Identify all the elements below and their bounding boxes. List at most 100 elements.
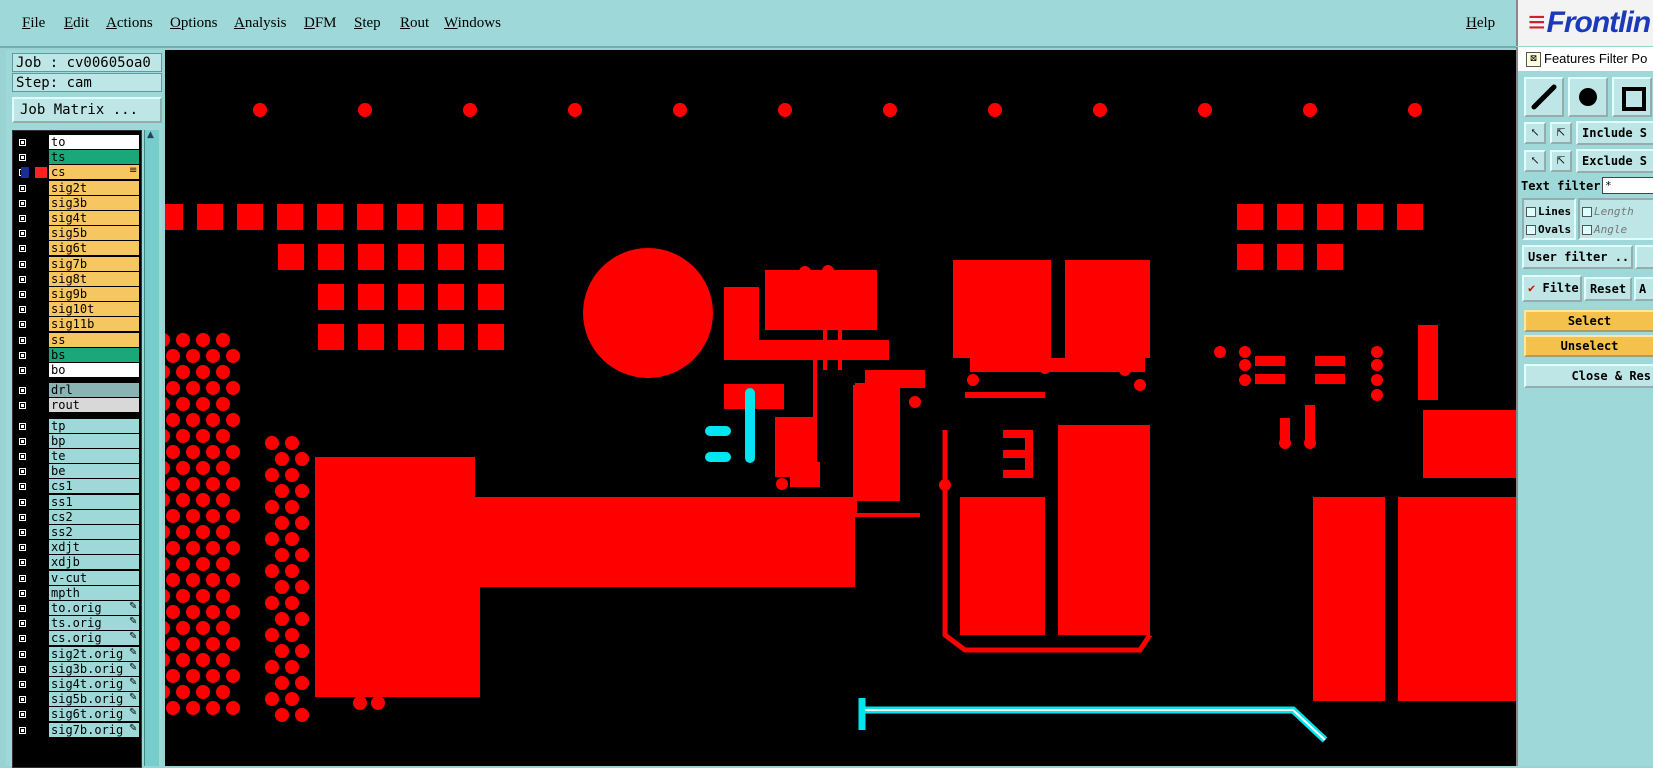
menu-analysis[interactable]: Analysis bbox=[234, 15, 287, 32]
job-matrix-button[interactable]: Job Matrix ... bbox=[12, 97, 162, 123]
layer-row-sig7b[interactable]: sig7b bbox=[13, 256, 141, 272]
layer-row-te[interactable]: te bbox=[13, 449, 141, 464]
layer-row-sig2t[interactable]: sig2t bbox=[13, 180, 141, 196]
layer-row-sig9b[interactable]: sig9b bbox=[13, 287, 141, 302]
layer-row-sig8t[interactable]: sig8t bbox=[13, 271, 141, 287]
menu-options[interactable]: Options bbox=[170, 15, 218, 32]
menu-rout[interactable]: Rout bbox=[400, 15, 429, 32]
layer-row-to[interactable]: to bbox=[13, 135, 141, 150]
layer-row-cs2[interactable]: cs2 bbox=[13, 509, 141, 525]
layer-row-sig7b-orig[interactable]: sig7b.orig ✎ bbox=[13, 722, 141, 738]
layer-checkbox[interactable] bbox=[18, 366, 27, 375]
length-checkbox[interactable]: Length bbox=[1582, 203, 1651, 221]
layer-checkbox[interactable] bbox=[18, 259, 27, 269]
layer-row-ts[interactable]: ts bbox=[13, 150, 141, 165]
angle-checkbox[interactable]: Angle bbox=[1582, 221, 1651, 238]
layer-checkbox[interactable] bbox=[18, 482, 27, 492]
layer-row-mpth[interactable]: mpth bbox=[13, 585, 141, 601]
menu-windows[interactable]: Windows bbox=[444, 15, 501, 32]
layer-checkbox[interactable] bbox=[18, 452, 27, 461]
layer-checkbox[interactable] bbox=[18, 229, 27, 239]
menu-file[interactable]: File bbox=[22, 15, 45, 32]
layer-checkbox[interactable] bbox=[18, 695, 27, 705]
layer-row-xdjb[interactable]: xdjb bbox=[13, 555, 141, 570]
layer-checkbox[interactable] bbox=[18, 305, 27, 315]
layer-row-to-orig[interactable]: to.orig ✎ bbox=[13, 601, 141, 616]
menu-help[interactable]: Help bbox=[1466, 15, 1495, 32]
layer-checkbox[interactable] bbox=[18, 138, 27, 147]
layer-row-sig5b-orig[interactable]: sig5b.orig ✎ bbox=[13, 692, 141, 707]
layer-checkbox[interactable] bbox=[18, 573, 27, 583]
layer-checkbox[interactable] bbox=[18, 619, 27, 629]
menu-actions[interactable]: Actions bbox=[106, 15, 153, 32]
layer-row-xdjt[interactable]: xdjt bbox=[13, 540, 141, 555]
layer-row-sig4t[interactable]: sig4t bbox=[13, 211, 141, 226]
layer-row-sig6t-orig[interactable]: sig6t.orig ✎ bbox=[13, 707, 141, 722]
layer-checkbox[interactable] bbox=[18, 528, 27, 537]
layer-checkbox[interactable] bbox=[18, 244, 27, 254]
layer-checkbox[interactable] bbox=[18, 512, 27, 522]
layer-row-bp[interactable]: bp bbox=[13, 433, 141, 449]
layer-row-ts-orig[interactable]: ts.orig ✎ bbox=[13, 616, 141, 631]
include-arrow-icon[interactable]: ↖ bbox=[1524, 122, 1546, 144]
layer-row-drl[interactable]: drl bbox=[13, 383, 141, 398]
unselect-button[interactable]: Unselect bbox=[1524, 335, 1653, 357]
layer-row-ss2[interactable]: ss2 bbox=[13, 525, 141, 540]
exclude-arrow-icon[interactable]: ↖ bbox=[1524, 150, 1546, 172]
layer-checkbox[interactable] bbox=[18, 386, 27, 396]
layer-checkbox[interactable] bbox=[18, 401, 27, 411]
layer-row-ss[interactable]: ss bbox=[13, 332, 141, 348]
graphic-canvas[interactable] bbox=[165, 50, 1516, 766]
surface-feature-button[interactable] bbox=[1612, 77, 1652, 117]
filter-toggle[interactable]: ✔ Filter bbox=[1522, 275, 1582, 302]
layer-checkbox[interactable] bbox=[18, 497, 27, 507]
layer-checkbox[interactable] bbox=[18, 649, 27, 659]
layer-checkbox[interactable] bbox=[18, 710, 27, 720]
layer-checkbox[interactable] bbox=[18, 588, 27, 598]
layer-row-sig11b[interactable]: sig11b bbox=[13, 317, 141, 332]
include-button[interactable]: Include S bbox=[1576, 121, 1653, 145]
layer-checkbox[interactable] bbox=[18, 634, 27, 644]
pad-feature-button[interactable] bbox=[1568, 77, 1608, 117]
layer-row-sig6t[interactable]: sig6t bbox=[13, 241, 141, 256]
include-select-icon[interactable]: ⇱ bbox=[1550, 122, 1572, 144]
layer-checkbox[interactable] bbox=[18, 664, 27, 674]
menu-dfm[interactable]: DFM bbox=[304, 15, 337, 32]
layer-list-scrollbar[interactable] bbox=[144, 130, 159, 766]
layer-row-cs1[interactable]: cs1 bbox=[13, 479, 141, 494]
layer-checkbox[interactable] bbox=[18, 350, 27, 360]
layer-checkbox[interactable] bbox=[18, 680, 27, 689]
layer-row-sig3b-orig[interactable]: sig3b.orig ✎ bbox=[13, 661, 141, 677]
layer-checkbox[interactable] bbox=[18, 335, 27, 345]
layer-row-be[interactable]: be bbox=[13, 464, 141, 479]
layer-checkbox[interactable] bbox=[18, 153, 27, 163]
layer-checkbox[interactable] bbox=[18, 183, 27, 193]
layer-checkbox[interactable] bbox=[18, 320, 27, 330]
text-filter-input[interactable]: * bbox=[1602, 177, 1653, 194]
layer-checkbox[interactable] bbox=[18, 467, 27, 477]
exclude-select-icon[interactable]: ⇱ bbox=[1550, 150, 1572, 172]
layer-row-sig10t[interactable]: sig10t bbox=[13, 302, 141, 317]
menu-edit[interactable]: Edit bbox=[64, 15, 89, 32]
layer-row-sig5b[interactable]: sig5b bbox=[13, 226, 141, 241]
layer-checkbox[interactable] bbox=[18, 198, 27, 208]
a-button[interactable]: A bbox=[1634, 277, 1653, 301]
layer-row-sig3b[interactable]: sig3b bbox=[13, 195, 141, 211]
layer-checkbox[interactable] bbox=[18, 725, 27, 735]
layer-checkbox[interactable] bbox=[18, 421, 27, 431]
layer-checkbox[interactable] bbox=[18, 436, 27, 446]
layer-checkbox[interactable] bbox=[18, 558, 27, 568]
layer-row-cs-orig[interactable]: cs.orig ✎ bbox=[13, 631, 141, 646]
select-button[interactable]: Select bbox=[1524, 310, 1653, 332]
layer-row-v-cut[interactable]: v-cut bbox=[13, 570, 141, 586]
layer-row-sig4t-orig[interactable]: sig4t.orig ✎ bbox=[13, 677, 141, 692]
layer-row-bo[interactable]: bo bbox=[13, 363, 141, 378]
layer-checkbox[interactable] bbox=[18, 274, 27, 284]
layer-checkbox[interactable] bbox=[18, 604, 27, 613]
close-reset-button[interactable]: Close & Res bbox=[1524, 364, 1653, 388]
layer-checkbox[interactable] bbox=[18, 214, 27, 223]
line-feature-button[interactable] bbox=[1524, 77, 1564, 117]
layer-checkbox[interactable] bbox=[18, 543, 27, 553]
layer-row-tp[interactable]: tp bbox=[13, 418, 141, 434]
layer-row-sig2t-orig[interactable]: sig2t.orig ✎ bbox=[13, 646, 141, 662]
